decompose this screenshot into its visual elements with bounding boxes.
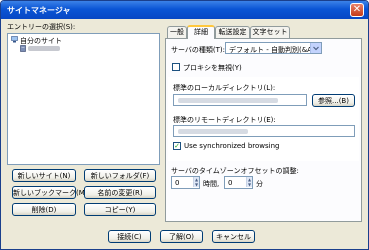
remote-dir-value: [178, 129, 248, 134]
hours-stepper[interactable]: 0 ▲ ▼: [171, 176, 200, 189]
ok-button[interactable]: 了解(O): [160, 230, 203, 243]
advanced-panel: サーバの種類(T): デフォルト - 自動判別(&A) プロキシを無視(Y) 標…: [165, 38, 362, 222]
server-type-label: サーバの種類(T):: [171, 46, 226, 54]
minutes-stepper[interactable]: 0 ▲ ▼: [224, 176, 253, 189]
hours-value: 0: [175, 179, 180, 187]
tab-advanced[interactable]: 詳細: [187, 25, 215, 39]
bypass-proxy-checkbox[interactable]: [172, 63, 180, 71]
computer-icon: [11, 36, 18, 43]
dropdown-arrow-icon[interactable]: [310, 43, 321, 53]
hours-label: 時間,: [203, 180, 220, 188]
entries-label: エントリーの選択(S):: [7, 23, 76, 31]
tab-transfer[interactable]: 転送設定: [215, 26, 250, 38]
remote-dir-input[interactable]: [173, 125, 355, 137]
delete-button[interactable]: 削除(D): [12, 203, 76, 216]
local-dir-value: [178, 98, 278, 103]
server-type-select[interactable]: デフォルト - 自動判別(&A): [225, 42, 322, 54]
new-site-button[interactable]: 新しいサイト(N): [12, 169, 76, 182]
connect-button[interactable]: 接続(C): [108, 230, 151, 243]
site-tree[interactable]: 自分のサイト: [7, 33, 160, 165]
new-folder-button[interactable]: 新しいフォルダ(F): [84, 169, 156, 182]
tab-charset[interactable]: 文字セット: [250, 26, 290, 38]
minutes-value: 0: [228, 179, 233, 187]
cancel-button[interactable]: キャンセル: [212, 230, 255, 243]
minutes-label: 分: [256, 180, 263, 188]
spin-up-icon[interactable]: ▲ ▼: [193, 177, 199, 187]
copy-button[interactable]: コピー(Y): [84, 203, 156, 216]
local-dir-label: 標準のローカルディレクトリ(L):: [173, 84, 276, 92]
timezone-label: サーバのタイムゾーンオフセットの調整:: [171, 167, 299, 175]
site-manager-window: サイトマネージャ ✕ エントリーの選択(S): 自分のサイト 新しいサイト(N)…: [0, 0, 369, 250]
bypass-proxy-label: プロキシを無視(Y): [183, 64, 242, 72]
remote-dir-label: 標準のリモートディレクトリ(E):: [173, 116, 276, 124]
sync-browsing-label: Use synchronized browsing: [184, 142, 280, 150]
tree-root-label[interactable]: 自分のサイト: [20, 36, 62, 46]
directory-group: 標準のローカルディレクトリ(L): 参照...(B) 標準のリモートディレクトリ…: [168, 77, 359, 161]
server-type-value: デフォルト - 自動判別(&A): [229, 46, 315, 54]
local-dir-input[interactable]: [173, 94, 307, 106]
rename-button[interactable]: 名前の変更(R): [84, 186, 156, 199]
spin-down-icon[interactable]: ▲ ▼: [246, 177, 252, 187]
window-title: サイトマネージャ: [7, 6, 71, 15]
server-icon: [20, 45, 26, 52]
close-icon[interactable]: ✕: [350, 3, 364, 17]
title-bar[interactable]: サイトマネージャ ✕: [1, 1, 368, 19]
tree-site-item[interactable]: [28, 46, 60, 51]
tab-general[interactable]: 一般: [167, 26, 187, 38]
checkmark-icon[interactable]: ✓: [173, 142, 181, 150]
new-bookmark-button[interactable]: 新しいブックマーク(M): [12, 186, 88, 199]
browse-button[interactable]: 参照...(B): [312, 94, 355, 107]
